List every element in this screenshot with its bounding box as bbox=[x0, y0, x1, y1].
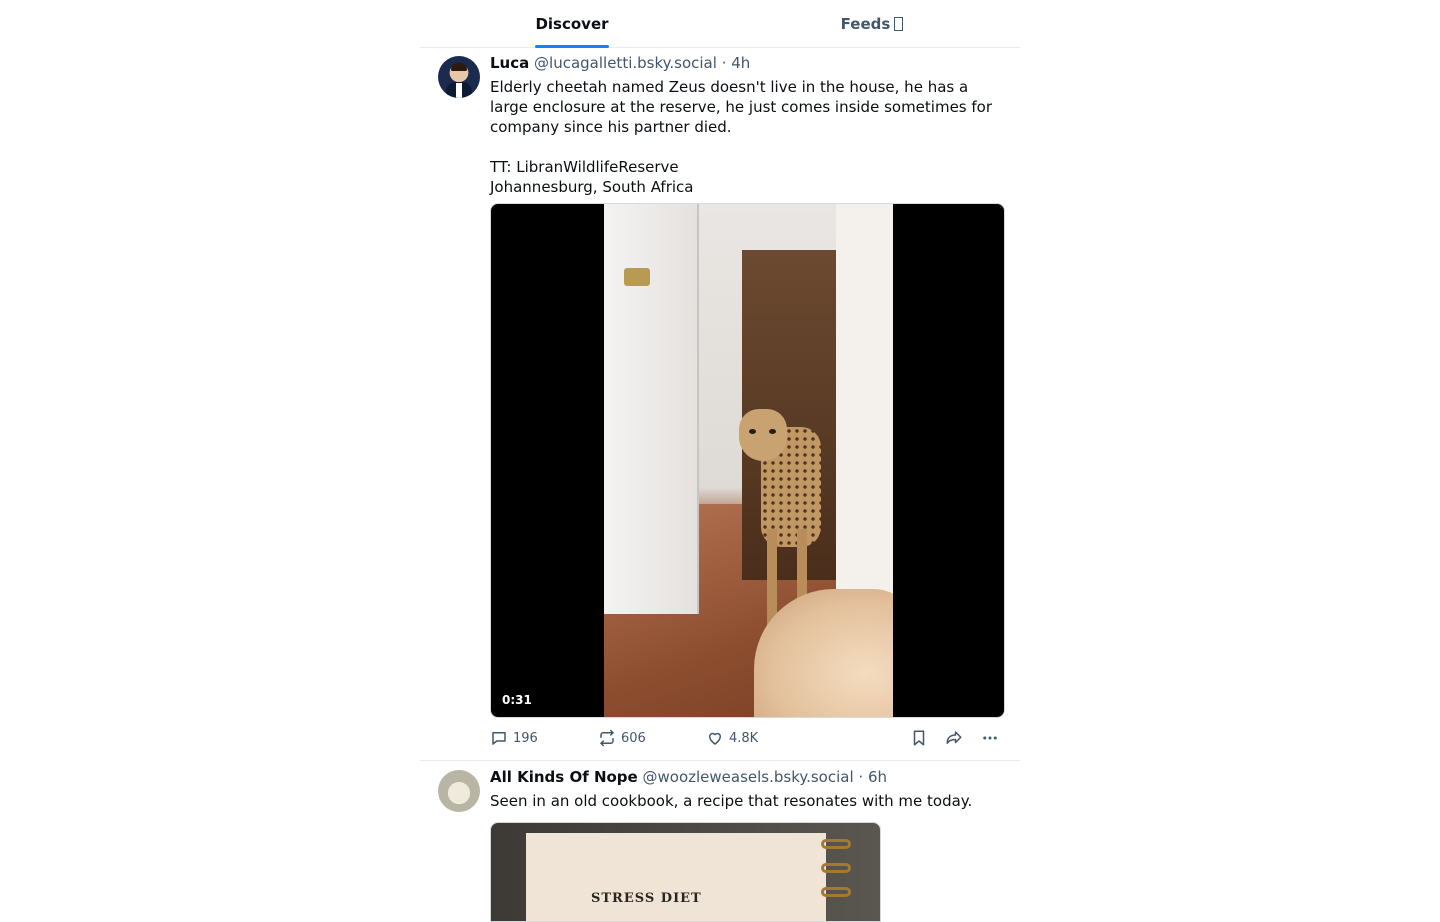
bookmark-button[interactable] bbox=[910, 728, 928, 748]
reply-count: 196 bbox=[513, 730, 538, 746]
tab-feeds[interactable]: Feeds bbox=[835, 0, 909, 47]
post-text: Elderly cheetah named Zeus doesn't live … bbox=[490, 78, 993, 196]
post-image[interactable]: STRESS DIET bbox=[490, 822, 881, 922]
tab-discover[interactable]: Discover bbox=[535, 0, 609, 48]
author-name[interactable]: Luca bbox=[490, 54, 529, 72]
reply-icon bbox=[492, 732, 506, 745]
heart-icon bbox=[709, 732, 721, 745]
post-header: All Kinds Of Nope @woozleweasels.bsky.so… bbox=[490, 768, 887, 786]
missing-glyph-icon bbox=[894, 16, 904, 31]
cheetah-eye bbox=[749, 429, 756, 434]
post-header: Luca @lucagalletti.bsky.social · 4h bbox=[490, 54, 750, 72]
author-name[interactable]: All Kinds Of Nope bbox=[490, 768, 638, 786]
feed-column: Discover Feeds Luca @lucagalletti.bsky.s… bbox=[420, 0, 1020, 922]
post[interactable]: All Kinds Of Nope @woozleweasels.bsky.so… bbox=[420, 761, 1020, 922]
cookbook-page bbox=[526, 833, 826, 921]
separator-dot: · bbox=[721, 54, 727, 72]
post[interactable]: Luca @lucagalletti.bsky.social · 4h Elde… bbox=[420, 48, 1020, 761]
separator-dot: · bbox=[858, 768, 864, 786]
tab-feeds-label: Feeds bbox=[840, 14, 891, 33]
video-player[interactable]: 0:31 bbox=[490, 203, 1005, 718]
video-duration: 0:31 bbox=[502, 693, 532, 707]
video-door bbox=[604, 204, 699, 614]
author-handle[interactable]: @woozleweasels.bsky.social bbox=[643, 768, 854, 786]
reply-button[interactable]: 196 bbox=[490, 728, 538, 748]
binding-coil bbox=[821, 839, 851, 849]
avatar-hair bbox=[451, 63, 467, 71]
share-icon bbox=[946, 731, 962, 744]
avatar[interactable] bbox=[438, 770, 480, 812]
repost-count: 606 bbox=[621, 730, 646, 746]
post-text: Seen in an old cookbook, a recipe that r… bbox=[490, 792, 973, 810]
repost-icon bbox=[600, 729, 614, 747]
share-button[interactable] bbox=[945, 728, 963, 748]
post-time[interactable]: 6h bbox=[868, 768, 887, 786]
ellipsis-icon bbox=[983, 736, 997, 740]
like-count: 4.8K bbox=[729, 730, 759, 746]
post-actions: 196 606 4.8K bbox=[490, 728, 1005, 748]
binding-coil bbox=[821, 863, 851, 873]
avatar[interactable] bbox=[438, 56, 480, 98]
like-button[interactable]: 4.8K bbox=[706, 728, 758, 748]
video-door-handle bbox=[624, 268, 650, 286]
repost-button[interactable]: 606 bbox=[598, 728, 646, 748]
video-frame bbox=[604, 204, 893, 717]
feed-tabs: Discover Feeds bbox=[420, 0, 1020, 48]
cheetah-head bbox=[739, 409, 787, 461]
post-time[interactable]: 4h bbox=[731, 54, 750, 72]
more-options-button[interactable] bbox=[981, 728, 999, 748]
tab-discover-label: Discover bbox=[535, 14, 609, 33]
author-handle[interactable]: @lucagalletti.bsky.social bbox=[534, 54, 717, 72]
cookbook-title: STRESS DIET bbox=[591, 891, 702, 906]
bookmark-icon bbox=[913, 730, 925, 746]
avatar-shirt bbox=[456, 83, 462, 98]
binding-coil bbox=[821, 887, 851, 897]
cheetah-eye bbox=[769, 429, 776, 434]
